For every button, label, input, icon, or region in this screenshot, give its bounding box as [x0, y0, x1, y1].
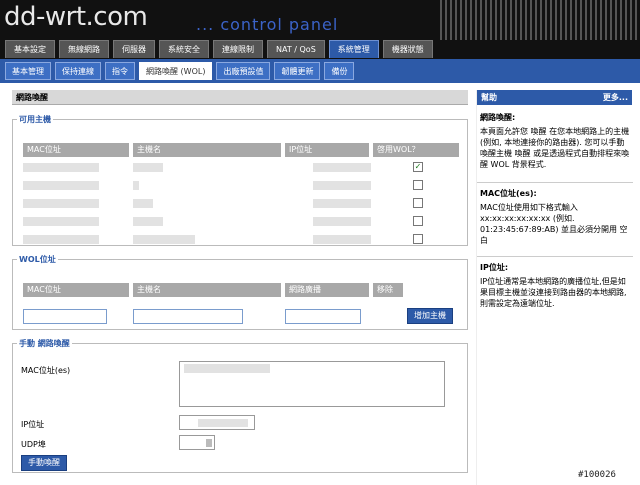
help-sidebar: 幫助 更多... 網路喚醒: 本頁面允許您 喚醒 在您本地網路上的主機 (例如,…: [476, 90, 633, 485]
help-wol-block: 網路喚醒: 本頁面允許您 喚醒 在您本地網路上的主機 (例如, 本地連接你的路由…: [477, 112, 633, 170]
udp-port-label: UDP埠: [21, 440, 46, 449]
add-host-button[interactable]: 增加主機: [407, 308, 453, 324]
subtab-management[interactable]: 基本管理: [5, 62, 51, 80]
col-mac-header: MAC位址: [23, 283, 129, 297]
help-header: 幫助 更多...: [477, 90, 632, 105]
tab-services[interactable]: 伺服器: [113, 40, 155, 58]
sub-menu-tabs: 基本管理 保持連線 指令 網路喚醒 (WOL) 出廠預設值 韌體更新 備份: [0, 59, 640, 83]
help-mac-block: MAC位址(es): MAC位址使用如下格式輸入 xx:xx:xx:xx:xx:…: [477, 188, 633, 246]
mac-cell-redacted: [23, 217, 99, 226]
col-remove-header: 移除: [373, 283, 403, 297]
wol-checkbox[interactable]: [413, 234, 423, 244]
tab-nat-qos[interactable]: NAT / QoS: [267, 40, 325, 58]
wol-checkbox[interactable]: [413, 216, 423, 226]
help-wol-text: 本頁面允許您 喚醒 在您本地網路上的主機 (例如, 本地連接你的路由器). 您可…: [480, 127, 630, 169]
available-hosts-section: 可用主機 MAC位址 主機名 IP位址 啓用WOL？ ✓: [12, 114, 468, 246]
help-mac-text: MAC位址使用如下格式輸入 xx:xx:xx:xx:xx:xx (例如. 01:…: [480, 203, 628, 245]
checkmark-icon: ✓: [414, 162, 422, 171]
col-hostname-header: 主機名: [133, 143, 281, 157]
header-banner: dd-wrt.com ... control panel: [0, 0, 640, 40]
hostname-cell-redacted: [133, 163, 163, 172]
wol-addresses-legend: WOL位址: [19, 255, 56, 264]
ip-address-input[interactable]: [179, 415, 255, 430]
mac-addresses-textarea[interactable]: [179, 361, 445, 407]
mac-addresses-label: MAC位址(es): [21, 366, 71, 375]
port-value-redacted: [206, 439, 212, 447]
help-title: 幫助: [481, 93, 497, 102]
manual-wol-section: 手動 網路喚醒 MAC位址(es) IP位址 UDP埠 手動喚醒: [12, 338, 468, 473]
udp-port-input[interactable]: [179, 435, 215, 450]
tab-basic-setup[interactable]: 基本設定: [5, 40, 55, 58]
new-broadcast-input[interactable]: [285, 309, 361, 324]
col-mac-header: MAC位址: [23, 143, 129, 157]
help-ip-text: IP位址通常是本地網路的廣播位址,但是如果目標主機並沒連接到路由器的本地網路,則…: [480, 277, 627, 308]
page-title: 網路喚醒: [12, 90, 468, 105]
control-panel-title: ... control panel: [196, 15, 339, 34]
wake-up-button[interactable]: 手動喚醒: [21, 455, 67, 471]
manual-wol-legend: 手動 網路喚醒: [19, 339, 70, 348]
ip-value-redacted: [198, 419, 248, 427]
col-broadcast-header: 網路廣播: [285, 283, 369, 297]
tab-wireless[interactable]: 無線網路: [59, 40, 109, 58]
subtab-firmware-upgrade[interactable]: 韌體更新: [274, 62, 321, 80]
hostname-cell-redacted: [133, 181, 139, 190]
hostname-cell-redacted: [133, 235, 195, 244]
wol-checkbox[interactable]: [413, 180, 423, 190]
wol-addresses-section: WOL位址 MAC位址 主機名 網路廣播 移除 增加主機: [12, 254, 468, 330]
mac-cell-redacted: [23, 199, 99, 208]
tab-status[interactable]: 機器狀態: [382, 40, 433, 58]
tab-access-restrictions[interactable]: 連線限制: [213, 40, 263, 58]
new-mac-input[interactable]: [23, 309, 107, 324]
col-hostname-header: 主機名: [133, 283, 281, 297]
help-mac-heading: MAC位址(es):: [480, 189, 537, 198]
tab-administration[interactable]: 系統管理: [328, 40, 379, 58]
help-divider: [477, 256, 633, 257]
help-ip-block: IP位址: IP位址通常是本地網路的廣播位址,但是如果目標主機並沒連接到路由器的…: [477, 262, 633, 309]
main-menu-tabs: 基本設定 無線網路 伺服器 系統安全 連線限制 NAT / QoS 系統管理 機…: [0, 40, 640, 59]
main-content: 網路喚醒 可用主機 MAC位址 主機名 IP位址 啓用WOL？ ✓ WOL位址 …: [12, 90, 468, 485]
hostname-cell-redacted: [133, 199, 153, 208]
ip-cell-redacted: [313, 181, 371, 190]
help-more-link[interactable]: 更多...: [603, 90, 628, 105]
header-stripe-decoration: [440, 0, 640, 40]
ip-cell-redacted: [313, 199, 371, 208]
col-wol-header: 啓用WOL？: [373, 143, 459, 157]
mac-cell-redacted: [23, 181, 99, 190]
ip-address-label: IP位址: [21, 420, 45, 429]
ip-cell-redacted: [313, 235, 371, 244]
ip-cell-redacted: [313, 217, 371, 226]
logo: dd-wrt.com: [4, 2, 148, 32]
subtab-factory-defaults[interactable]: 出廠預設值: [216, 62, 271, 80]
available-hosts-legend: 可用主機: [19, 115, 51, 124]
mac-cell-redacted: [23, 235, 99, 244]
subtab-commands[interactable]: 指令: [105, 62, 135, 80]
col-ip-header: IP位址: [285, 143, 369, 157]
mac-value-redacted: [184, 364, 270, 373]
ip-cell-redacted: [313, 163, 371, 172]
mac-cell-redacted: [23, 163, 99, 172]
subtab-backup[interactable]: 備份: [324, 62, 355, 80]
wol-checkbox[interactable]: [413, 198, 423, 208]
subtab-wol[interactable]: 網路喚醒 (WOL): [139, 62, 213, 80]
help-divider: [477, 182, 633, 183]
new-hostname-input[interactable]: [133, 309, 243, 324]
help-wol-heading: 網路喚醒:: [480, 113, 516, 122]
help-ip-heading: IP位址:: [480, 263, 509, 272]
hostname-cell-redacted: [133, 217, 163, 226]
watermark: #100026: [578, 470, 616, 480]
tab-security[interactable]: 系統安全: [159, 40, 209, 58]
wol-checkbox[interactable]: ✓: [413, 162, 423, 172]
subtab-keep-alive[interactable]: 保持連線: [55, 62, 101, 80]
